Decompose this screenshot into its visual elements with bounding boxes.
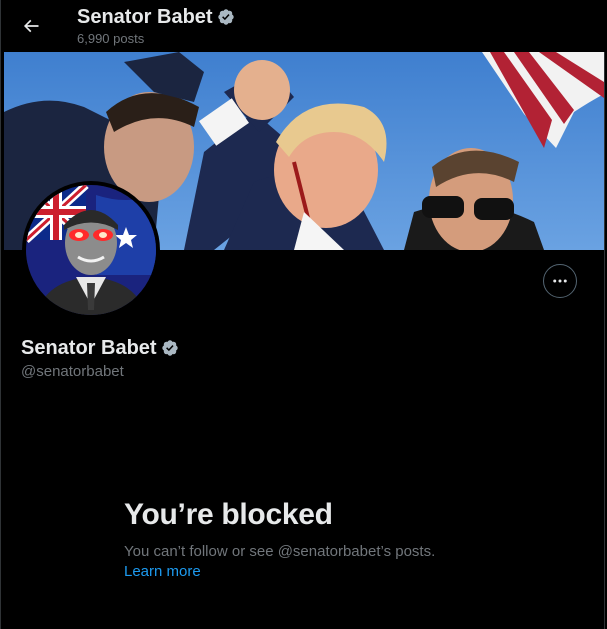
header-title: Senator Babet (77, 6, 213, 28)
profile-handle: @senatorbabet (21, 363, 124, 380)
post-count: 6,990 posts (77, 31, 145, 46)
blocked-title: You’re blocked (124, 498, 333, 531)
avatar-image (26, 185, 156, 315)
header-title-row: Senator Babet (77, 5, 235, 29)
more-options-button[interactable] (543, 264, 577, 298)
learn-more-link[interactable]: Learn more (124, 563, 201, 581)
profile-page: Senator Babet 6,990 posts Senator Babet … (0, 0, 606, 629)
more-horizontal-icon (553, 279, 567, 283)
verified-badge-icon[interactable] (217, 8, 235, 26)
avatar[interactable] (26, 185, 156, 315)
blocked-description: You can’t follow or see @senatorbabet’s … (124, 543, 436, 560)
profile-header: Senator Babet 6,990 posts (1, 0, 606, 52)
profile-name-row: Senator Babet (21, 336, 179, 360)
avatar-border (22, 181, 160, 319)
arrow-left-icon (23, 19, 39, 33)
profile-name: Senator Babet (21, 337, 157, 359)
back-button[interactable] (15, 10, 47, 42)
verified-badge-icon[interactable] (161, 339, 179, 357)
